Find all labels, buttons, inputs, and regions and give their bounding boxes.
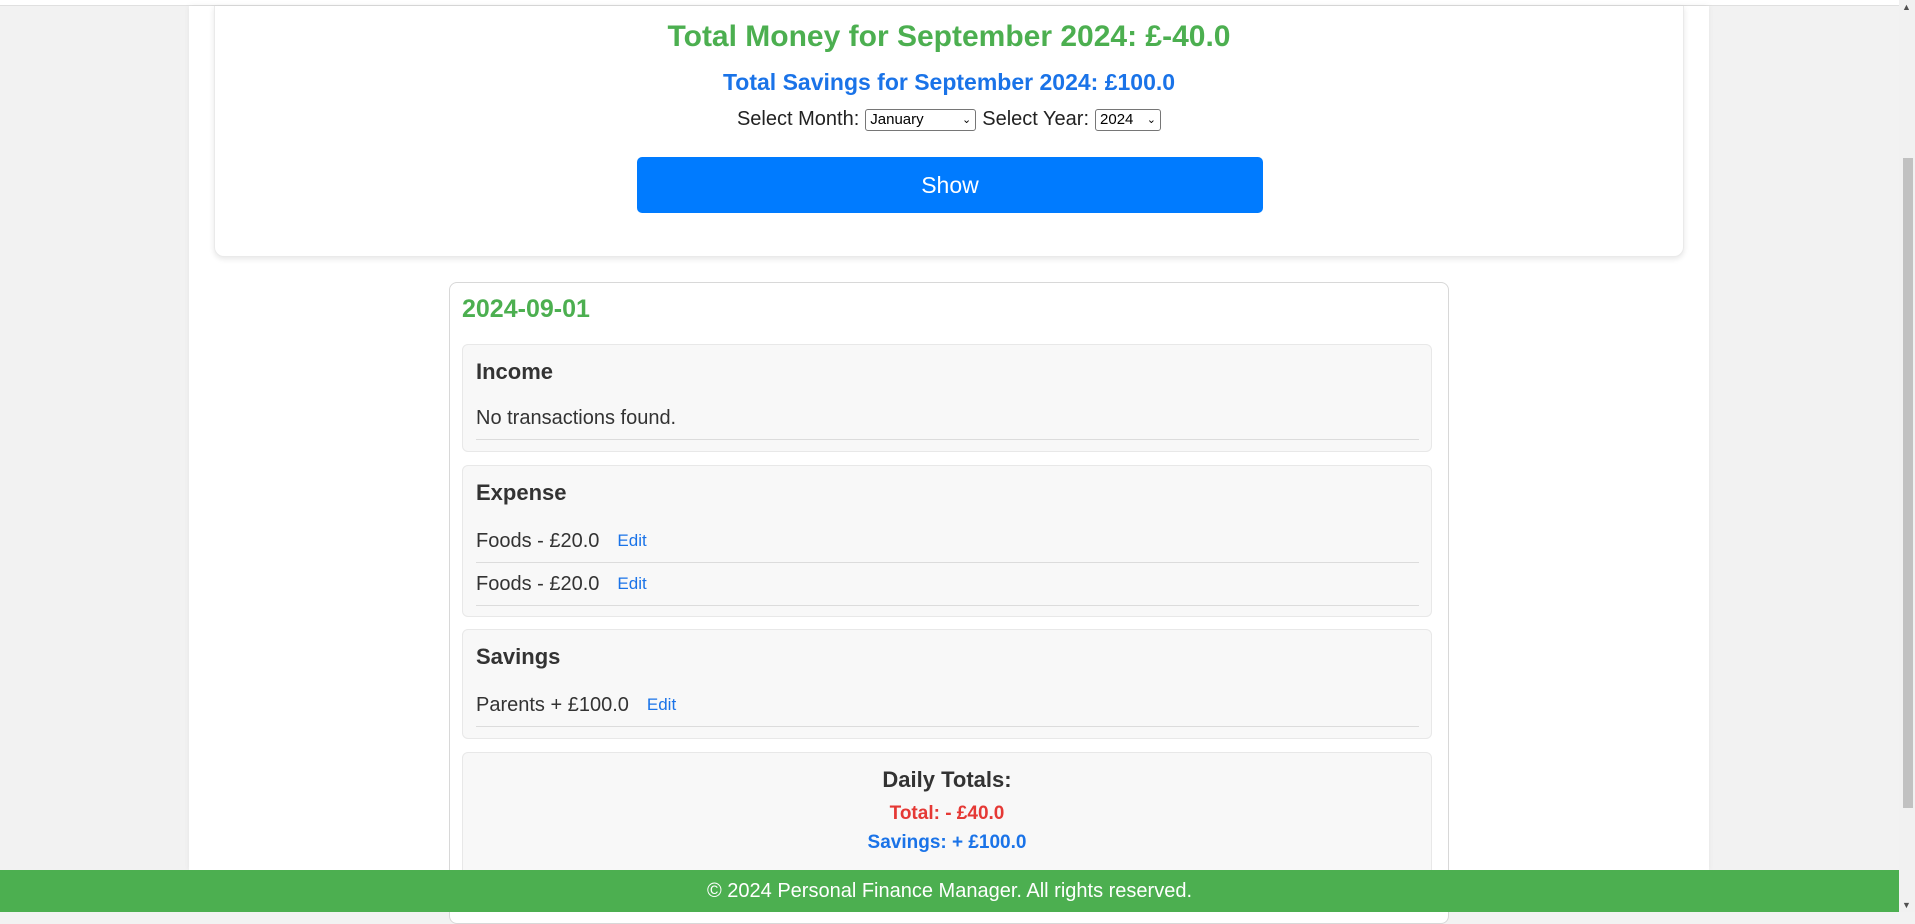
savings-item-text: Parents + £100.0: [476, 693, 629, 716]
vertical-scrollbar[interactable]: ▲ ▼: [1899, 0, 1915, 912]
edit-link[interactable]: Edit: [647, 695, 676, 715]
daily-savings-value: Savings: + £100.0: [867, 832, 1027, 853]
daily-total-value: Total: - £40.0: [889, 803, 1005, 824]
show-button[interactable]: Show: [637, 157, 1263, 213]
month-select-value: January: [870, 111, 924, 128]
month-select[interactable]: January ⌄: [865, 108, 977, 131]
edit-link[interactable]: Edit: [617, 531, 646, 551]
scrollbar-thumb[interactable]: [1903, 158, 1913, 808]
daily-totals-label: Daily Totals:: [882, 767, 1012, 792]
expense-title: Expense: [476, 480, 567, 505]
year-label: Select Year:: [982, 108, 1090, 130]
income-empty-row: No transactions found.: [476, 397, 1419, 440]
income-section: Income No transactions found.: [462, 344, 1432, 452]
year-select-value: 2024: [1100, 111, 1134, 128]
list-item: Foods - £20.0 Edit: [476, 520, 1419, 563]
scroll-down-icon[interactable]: ▼: [1902, 900, 1911, 910]
total-money-heading: Total Money for September 2024: £-40.0: [667, 20, 1231, 53]
day-date: 2024-09-01: [462, 295, 590, 323]
expense-section: Expense Foods - £20.0 Edit Foods - £20.0…: [462, 465, 1432, 617]
savings-section: Savings Parents + £100.0 Edit: [462, 629, 1432, 739]
savings-title: Savings: [476, 644, 561, 669]
day-card: 2024-09-01 Income No transactions found.…: [449, 282, 1449, 924]
expense-item-text: Foods - £20.0: [476, 572, 600, 595]
footer-text: © 2024 Personal Finance Manager. All rig…: [707, 879, 1192, 902]
chevron-down-icon: ⌄: [1146, 114, 1157, 126]
scroll-up-icon[interactable]: ▲: [1902, 2, 1911, 12]
total-savings-heading: Total Savings for September 2024: £100.0: [722, 69, 1176, 95]
summary-card: Total Money for September 2024: £-40.0 T…: [214, 6, 1684, 257]
footer: © 2024 Personal Finance Manager. All rig…: [0, 870, 1899, 912]
chevron-down-icon: ⌄: [962, 114, 972, 126]
expense-item-text: Foods - £20.0: [476, 529, 600, 552]
list-item: Foods - £20.0 Edit: [476, 563, 1419, 606]
month-year-selectors: Select Month: January ⌄ Select Year: 202…: [215, 108, 1683, 131]
month-label: Select Month:: [736, 108, 860, 130]
edit-link[interactable]: Edit: [617, 574, 646, 594]
income-title: Income: [476, 359, 554, 384]
list-item: Parents + £100.0 Edit: [476, 684, 1419, 727]
year-select[interactable]: 2024 ⌄: [1095, 108, 1162, 131]
income-empty-text: No transactions found.: [476, 406, 677, 429]
